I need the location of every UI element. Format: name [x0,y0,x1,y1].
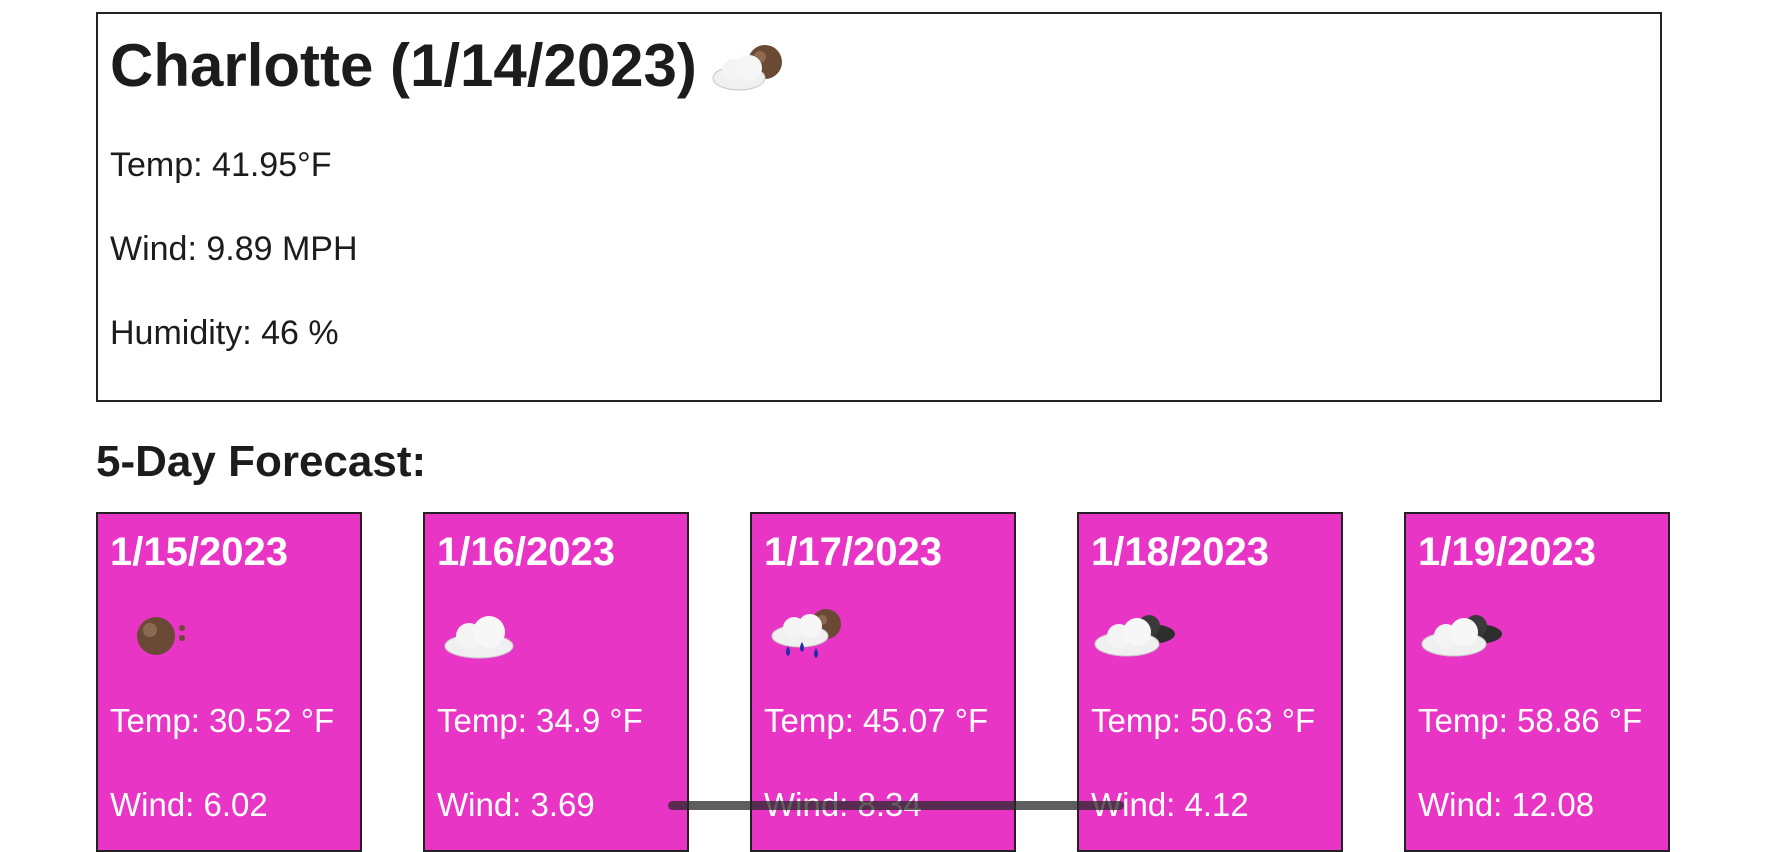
current-humidity: Humidity: 46 % [110,314,339,352]
current-wind: Wind: 9.89 MPH [110,230,358,268]
forecast-temp: Temp: 34.9 °F [437,702,643,739]
forecast-card-day-2: 1/16/2023 Temp: 34.9 °F Wind: 3.69 [423,512,689,852]
forecast-card-day-1: 1/15/2023 Temp: 30.52 °F Wind: 6.02 [96,512,362,852]
current-weather-card: Charlotte (1/14/2023) Temp: 41.95°F Wind… [96,12,1662,402]
current-temp: Temp: 41.95°F [110,146,332,184]
current-weather-title: Charlotte (1/14/2023) [110,36,789,96]
forecast-date: 1/17/2023 [764,530,942,574]
forecast-card-day-5: 1/19/2023 Temp: 58.86 °F Wind: 12.08 [1404,512,1670,852]
forecast-temp: Temp: 50.63 °F [1091,702,1316,739]
horizontal-scrollbar[interactable] [668,801,1124,810]
forecast-date: 1/15/2023 [110,530,288,574]
rain-cloud-night-icon [764,606,854,664]
forecast-row: 1/15/2023 Temp: 30.52 °F Wind: 6.02 1/16… [96,512,1670,852]
forecast-wind: Wind: 12.08 [1418,786,1595,823]
broken-clouds-icon [1091,606,1181,664]
city-date-label: Charlotte (1/14/2023) [110,32,697,99]
forecast-date: 1/19/2023 [1418,530,1596,574]
broken-clouds-icon [1418,606,1508,664]
moon-icon [110,606,200,664]
forecast-temp: Temp: 30.52 °F [110,702,335,739]
forecast-wind: Wind: 6.02 [110,786,268,823]
forecast-temp: Temp: 45.07 °F [764,702,989,739]
forecast-date: 1/18/2023 [1091,530,1269,574]
forecast-wind: Wind: 3.69 [437,786,595,823]
partly-cloudy-night-icon [709,38,789,94]
forecast-heading: 5-Day Forecast: [96,437,427,486]
forecast-date: 1/16/2023 [437,530,615,574]
forecast-temp: Temp: 58.86 °F [1418,702,1643,739]
cloud-icon [437,606,527,664]
